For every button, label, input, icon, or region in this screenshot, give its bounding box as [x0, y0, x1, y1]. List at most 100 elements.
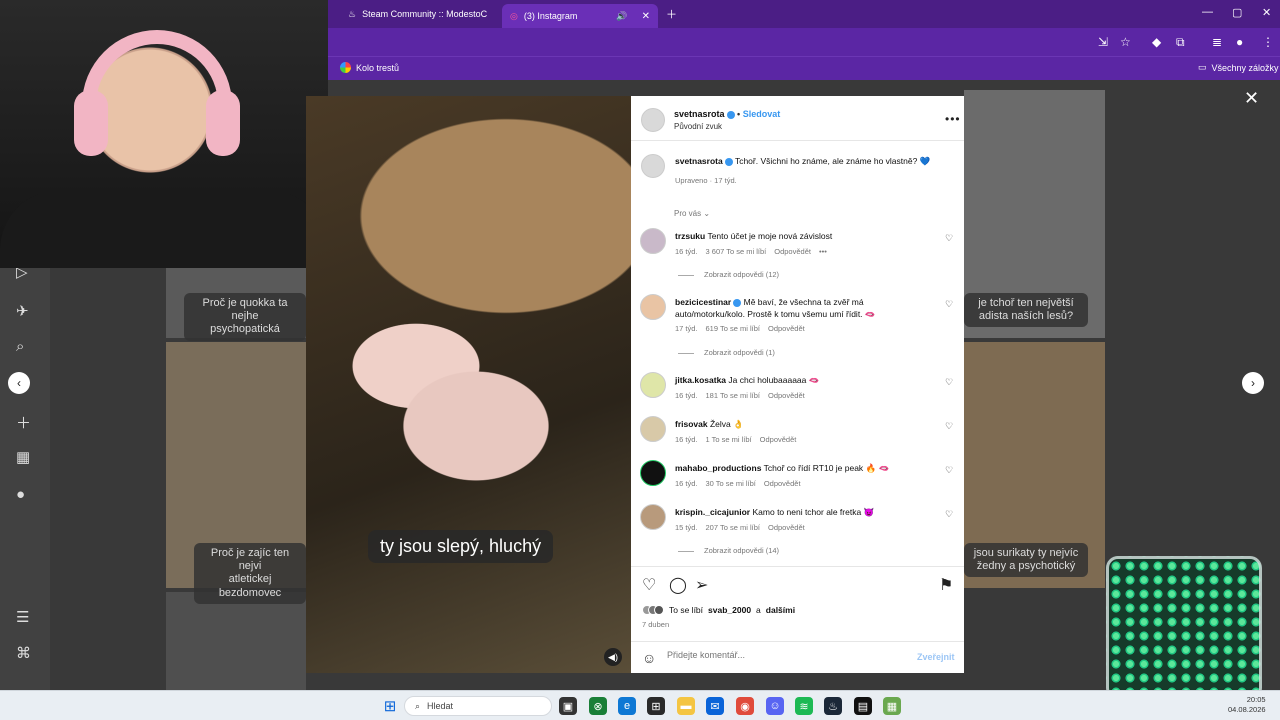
post-comment-button[interactable]: Zveřejnit	[917, 652, 955, 662]
new-tab-icon[interactable]: ＋	[666, 6, 677, 22]
commenter-avatar[interactable]	[640, 372, 666, 398]
xbox-icon[interactable]: ⊗	[589, 697, 607, 715]
edge-icon[interactable]: e	[618, 697, 636, 715]
view-replies[interactable]: Zobrazit odpovědi (1)	[678, 348, 775, 357]
more-options-icon[interactable]: •••	[945, 112, 961, 126]
grid-tile[interactable]	[166, 592, 306, 690]
caption-author[interactable]: svetnasrota	[675, 156, 723, 166]
system-clock[interactable]: 20:05 04.08.2026	[1228, 695, 1266, 715]
comment-likes[interactable]: 181 To se mi líbí	[706, 391, 760, 400]
like-heart-icon[interactable]: ♡	[945, 509, 953, 520]
task-view-icon[interactable]: ▣	[559, 697, 577, 715]
like-heart-icon[interactable]: ♡	[945, 465, 953, 476]
install-icon[interactable]: ⇲	[1098, 35, 1108, 49]
commenter-name[interactable]: jitka.kosatka	[675, 375, 726, 385]
audio-label[interactable]: Původní zvuk	[674, 122, 722, 131]
close-modal-icon[interactable]: ✕	[1244, 88, 1259, 109]
reply-button[interactable]: Odpovědět	[768, 391, 805, 400]
messages-icon[interactable]: ✈	[16, 302, 29, 320]
reply-button[interactable]: Odpovědět	[774, 247, 811, 256]
comment-input[interactable]	[667, 650, 897, 660]
share-icon[interactable]: ➢	[695, 575, 708, 595]
reply-button[interactable]: Odpovědět	[768, 523, 805, 532]
star-icon[interactable]: ☆	[1120, 35, 1131, 49]
comment-likes[interactable]: 207 To se mi líbí	[706, 523, 760, 532]
discord-icon[interactable]: ☺	[766, 697, 784, 715]
commenter-avatar[interactable]	[640, 294, 666, 320]
comment-likes[interactable]: 619 To se mi líbí	[706, 324, 760, 333]
profile-avatar-icon[interactable]: ●	[16, 486, 25, 503]
spotify-icon[interactable]: ≋	[795, 697, 813, 715]
author-name[interactable]: svetnasrota	[674, 109, 725, 119]
menu-icon[interactable]: ☰	[16, 608, 29, 626]
more-options-icon[interactable]: •••	[819, 247, 827, 256]
comment-likes[interactable]: 30 To se mi líbí	[706, 479, 756, 488]
commenter-name[interactable]: trzsuku	[675, 231, 705, 241]
next-arrow-icon[interactable]: ›	[1242, 372, 1264, 394]
comment-icon[interactable]: ◯	[669, 575, 687, 595]
extension-icon[interactable]: ◆	[1152, 35, 1161, 49]
audio-icon[interactable]: 🔊	[616, 11, 627, 22]
like-heart-icon[interactable]: ♡	[945, 233, 953, 244]
follow-button[interactable]: Sledovat	[743, 109, 781, 119]
commenter-avatar[interactable]	[640, 416, 666, 442]
commenter-name[interactable]: krispin._cicajunior	[675, 507, 750, 517]
close-window-icon[interactable]: ✕	[1262, 6, 1271, 19]
outlook-icon[interactable]: ✉	[706, 697, 724, 715]
sound-icon[interactable]: ◀)	[604, 648, 622, 666]
like-heart-icon[interactable]: ♡	[945, 377, 953, 388]
browser-toolbar: ⇲ ☆ ◆ ⧉ ≣ ● ⋮	[328, 28, 1280, 56]
puzzle-icon[interactable]: ⧉	[1176, 35, 1185, 50]
bookmark-label: Všechny záložky	[1211, 62, 1279, 73]
commenter-name[interactable]: mahabo_productions	[675, 463, 761, 473]
emoji-icon[interactable]: ☺	[642, 650, 656, 666]
like-heart-icon[interactable]: ♡	[945, 299, 953, 310]
close-tab-icon[interactable]: ✕	[642, 11, 650, 22]
bookmark-kolo-trestu[interactable]: Kolo trestů	[340, 62, 399, 73]
store-icon[interactable]: ⊞	[647, 697, 665, 715]
author-avatar[interactable]	[641, 154, 665, 178]
taskbar-search[interactable]: ⌕ Hledat	[404, 696, 552, 716]
commenter-avatar[interactable]	[640, 460, 666, 486]
author-avatar[interactable]	[641, 108, 665, 132]
reply-button[interactable]: Odpovědět	[768, 324, 805, 333]
tab-instagram[interactable]: ◎ (3) Instagram 🔊 ✕	[502, 4, 658, 28]
maximize-icon[interactable]: ▢	[1232, 6, 1242, 19]
reply-button[interactable]: Odpovědět	[764, 479, 801, 488]
reel-video[interactable]	[306, 96, 631, 673]
liker-name[interactable]: svab_2000	[708, 605, 751, 615]
commenter-name[interactable]: bezicicestinar	[675, 297, 731, 307]
commenter-avatar[interactable]	[640, 228, 666, 254]
tab-steam[interactable]: ♨ Steam Community :: ModestoC ✕	[340, 4, 518, 24]
post-date: 7 duben	[642, 620, 670, 629]
likes-more[interactable]: dalšími	[766, 605, 795, 615]
profile-icon[interactable]: ●	[1236, 35, 1243, 49]
file-explorer-icon[interactable]: ▬	[677, 697, 695, 715]
menu-icon[interactable]: ⋮	[1262, 35, 1274, 49]
comment-filter[interactable]: Pro vás ⌄	[674, 209, 710, 218]
meta-icon[interactable]: ⌘	[16, 644, 31, 662]
all-bookmarks[interactable]: ▭ Všechny záložky	[1198, 62, 1279, 73]
app-icon[interactable]: ▤	[854, 697, 872, 715]
comment-likes[interactable]: 3 607 To se mi líbí	[706, 247, 767, 256]
dashboard-icon[interactable]: ▦	[16, 448, 30, 466]
view-replies[interactable]: Zobrazit odpovědi (14)	[678, 546, 779, 555]
reply-button[interactable]: Odpovědět	[760, 435, 797, 444]
bookmark-icon[interactable]: ⚑	[939, 575, 953, 595]
create-icon[interactable]: ＋	[16, 412, 31, 433]
previous-arrow-icon[interactable]: ‹	[8, 372, 30, 394]
search-icon[interactable]: ⌕	[16, 338, 24, 355]
minecraft-icon[interactable]: ▦	[883, 697, 901, 715]
view-replies[interactable]: Zobrazit odpovědi (12)	[678, 270, 779, 279]
commenter-name[interactable]: frisovak	[675, 419, 708, 429]
comment-likes[interactable]: 1 To se mi líbí	[706, 435, 752, 444]
windows-start-icon[interactable]: ⊞	[381, 697, 399, 715]
minimize-icon[interactable]: —	[1202, 6, 1213, 18]
commenter-avatar[interactable]	[640, 504, 666, 530]
clock-date: 04.08.2026	[1228, 705, 1266, 714]
like-heart-icon[interactable]: ♡	[642, 575, 656, 595]
like-heart-icon[interactable]: ♡	[945, 421, 953, 432]
media-icon[interactable]: ≣	[1212, 35, 1222, 49]
chrome-icon[interactable]: ◉	[736, 697, 754, 715]
steam-icon[interactable]: ♨	[824, 697, 842, 715]
